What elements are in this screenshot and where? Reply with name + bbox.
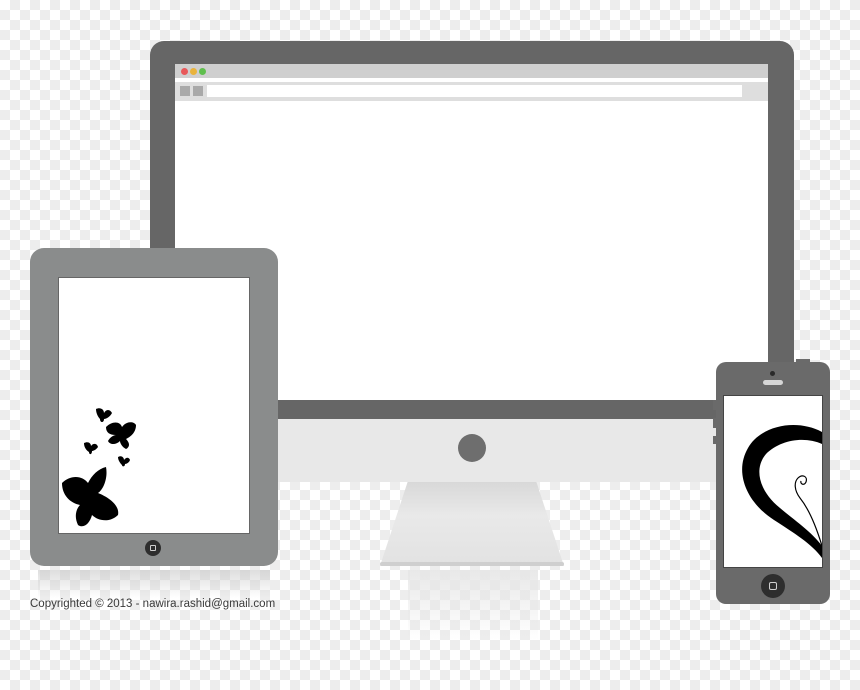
stand-reflection (408, 570, 538, 640)
home-square-icon (769, 582, 777, 590)
close-dot-icon[interactable] (181, 68, 188, 75)
monitor-logo-icon (458, 434, 486, 462)
maximize-dot-icon[interactable] (199, 68, 206, 75)
monitor-stand (380, 482, 564, 566)
tablet-reflection (38, 570, 270, 598)
phone-camera-icon (770, 371, 775, 376)
monitor-chin (278, 419, 718, 482)
address-bar[interactable] (207, 85, 742, 97)
monitor-stand-base (380, 562, 564, 566)
copyright-text: Copyrighted © 2013 - nawira.rashid@gmail… (30, 598, 276, 610)
back-button[interactable] (180, 86, 190, 96)
phone-speaker (763, 380, 783, 385)
minimize-dot-icon[interactable] (190, 68, 197, 75)
forward-button[interactable] (193, 86, 203, 96)
heart-swirl-icon (742, 425, 822, 558)
browser-titlebar (175, 64, 768, 78)
home-square-icon (150, 545, 156, 551)
butterflies-icon (62, 408, 136, 527)
